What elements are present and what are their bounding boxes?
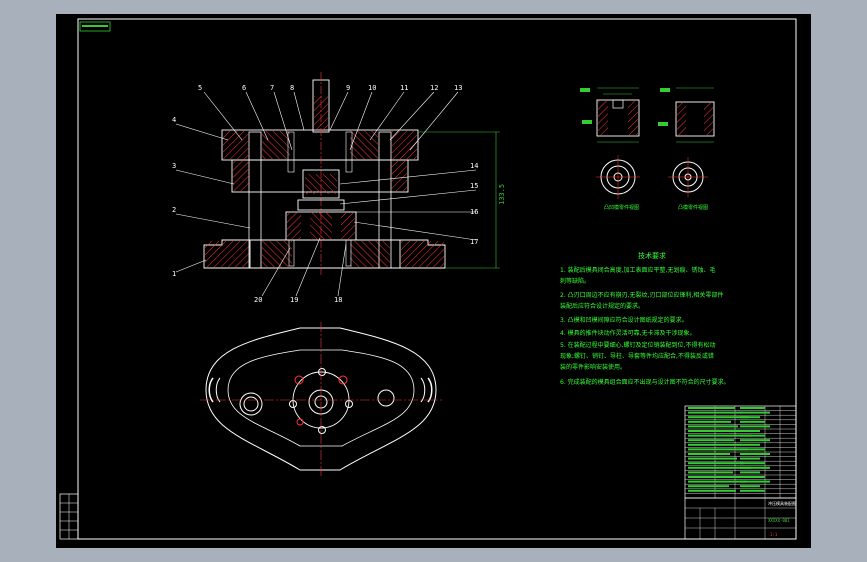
parts-row-text (688, 420, 731, 423)
base-hatch-center-left (262, 241, 292, 267)
parts-row-text (740, 425, 770, 428)
part-label-18: 18 (334, 296, 342, 304)
parts-row-text (740, 453, 770, 455)
part-label-13: 13 (454, 84, 462, 92)
parts-row-text (740, 434, 765, 437)
scale-note: 1:1 (770, 532, 778, 537)
detail-caption-left: 凸凹模零件视图 (604, 204, 639, 211)
part-label-12: 12 (430, 84, 438, 92)
parts-row-text (740, 411, 770, 414)
parts-row-text (740, 480, 770, 483)
parts-row-text (688, 462, 744, 465)
part-label-6: 6 (242, 84, 246, 92)
parts-row-text (740, 489, 765, 492)
part-label-14: 14 (470, 162, 478, 170)
parts-row-text (688, 457, 737, 460)
base-hatch-right (401, 241, 444, 267)
parts-row-text (740, 462, 765, 465)
parts-row-text (740, 439, 770, 442)
part-label-4: 4 (172, 116, 176, 124)
part-label-2: 2 (172, 206, 176, 214)
note-line: 装配后应符合设计规定的要求。 (560, 302, 644, 310)
note-line: 6. 完成装配的模具组合面应不出现与设计图不符合的尺寸要求。 (560, 378, 730, 386)
parts-list (684, 405, 797, 499)
parts-row-text (740, 466, 770, 469)
parts-row-text (688, 485, 729, 488)
part-label-9: 9 (346, 84, 350, 92)
parts-row-text (688, 480, 747, 483)
parts-row-text (740, 416, 760, 419)
parts-row-text (688, 443, 741, 446)
part-label-17: 17 (470, 238, 478, 246)
parts-row-text (688, 407, 735, 409)
parts-row-text (740, 457, 760, 460)
notes-title: 技术要求 (638, 251, 666, 260)
part-label-5: 5 (198, 84, 202, 92)
parts-row-text (688, 489, 736, 492)
parts-row-text (740, 471, 760, 474)
note-line: 现象;螺钉、销钉、导柱、导套等件均应配合,不得装反或错 (560, 352, 714, 360)
parts-row-text (688, 430, 745, 432)
parts-row-text (688, 476, 740, 478)
parts-row-text (740, 485, 760, 488)
parts-row-text (688, 411, 742, 414)
note-line: 装的零件影响安装使用。 (560, 363, 626, 371)
note-line: 3. 凸模和凹模间隙应符合设计图纸规定的要求。 (560, 316, 688, 324)
parts-row-text (740, 448, 765, 451)
parts-row-text (740, 420, 765, 423)
part-label-16: 16 (470, 208, 478, 216)
part-label-7: 7 (270, 84, 274, 92)
part-label-3: 3 (172, 162, 176, 170)
parts-row-text (688, 453, 730, 455)
part-label-20: 20 (254, 296, 262, 304)
parts-row-text (740, 443, 760, 446)
base-hatch-left (205, 241, 249, 267)
parts-row-text (688, 448, 748, 451)
parts-row-text (688, 471, 733, 474)
note-line: 4. 模具的推件块动作灵活可靠,无卡滞及干涉现象。 (560, 329, 696, 337)
part-label-11: 11 (400, 84, 408, 92)
drawing-number: XXXXX-001 (768, 518, 790, 523)
height-dimension-value: 133.5 (498, 184, 506, 205)
parts-row-text (740, 430, 760, 432)
note-line: 刺等缺陷。 (560, 277, 590, 285)
part-label-19: 19 (290, 296, 298, 304)
cad-viewport: 133.5 5 6 7 8 9 10 11 12 13 4 3 2 1 14 1… (0, 0, 867, 562)
drawing-name: 冲压模具装配图 (768, 500, 796, 506)
detail-caption-right: 凸模零件视图 (678, 204, 708, 211)
parts-row-text (688, 439, 734, 442)
parts-row-text (688, 416, 749, 419)
note-line: 5. 在装配过程中要细心,螺钉及定位销装配到位,不得有松动 (560, 341, 715, 349)
note-line: 2. 凸刃口周边不应有崩刃,无裂纹,刃口部位应锋利,相关零部件 (560, 291, 723, 299)
parts-row-text (740, 476, 765, 478)
part-label-1: 1 (172, 270, 176, 278)
note-line: 1. 装配后模具闭合高度,加工表面应平整,无划痕、锈蚀、毛 (560, 266, 715, 274)
part-label-10: 10 (368, 84, 376, 92)
base-hatch-center-right (350, 241, 390, 267)
drawing-canvas: 133.5 5 6 7 8 9 10 11 12 13 4 3 2 1 14 1… (56, 14, 811, 548)
part-label-8: 8 (290, 84, 294, 92)
parts-row-text (740, 407, 765, 409)
parts-row-text (688, 425, 738, 428)
part-label-15: 15 (470, 182, 478, 190)
